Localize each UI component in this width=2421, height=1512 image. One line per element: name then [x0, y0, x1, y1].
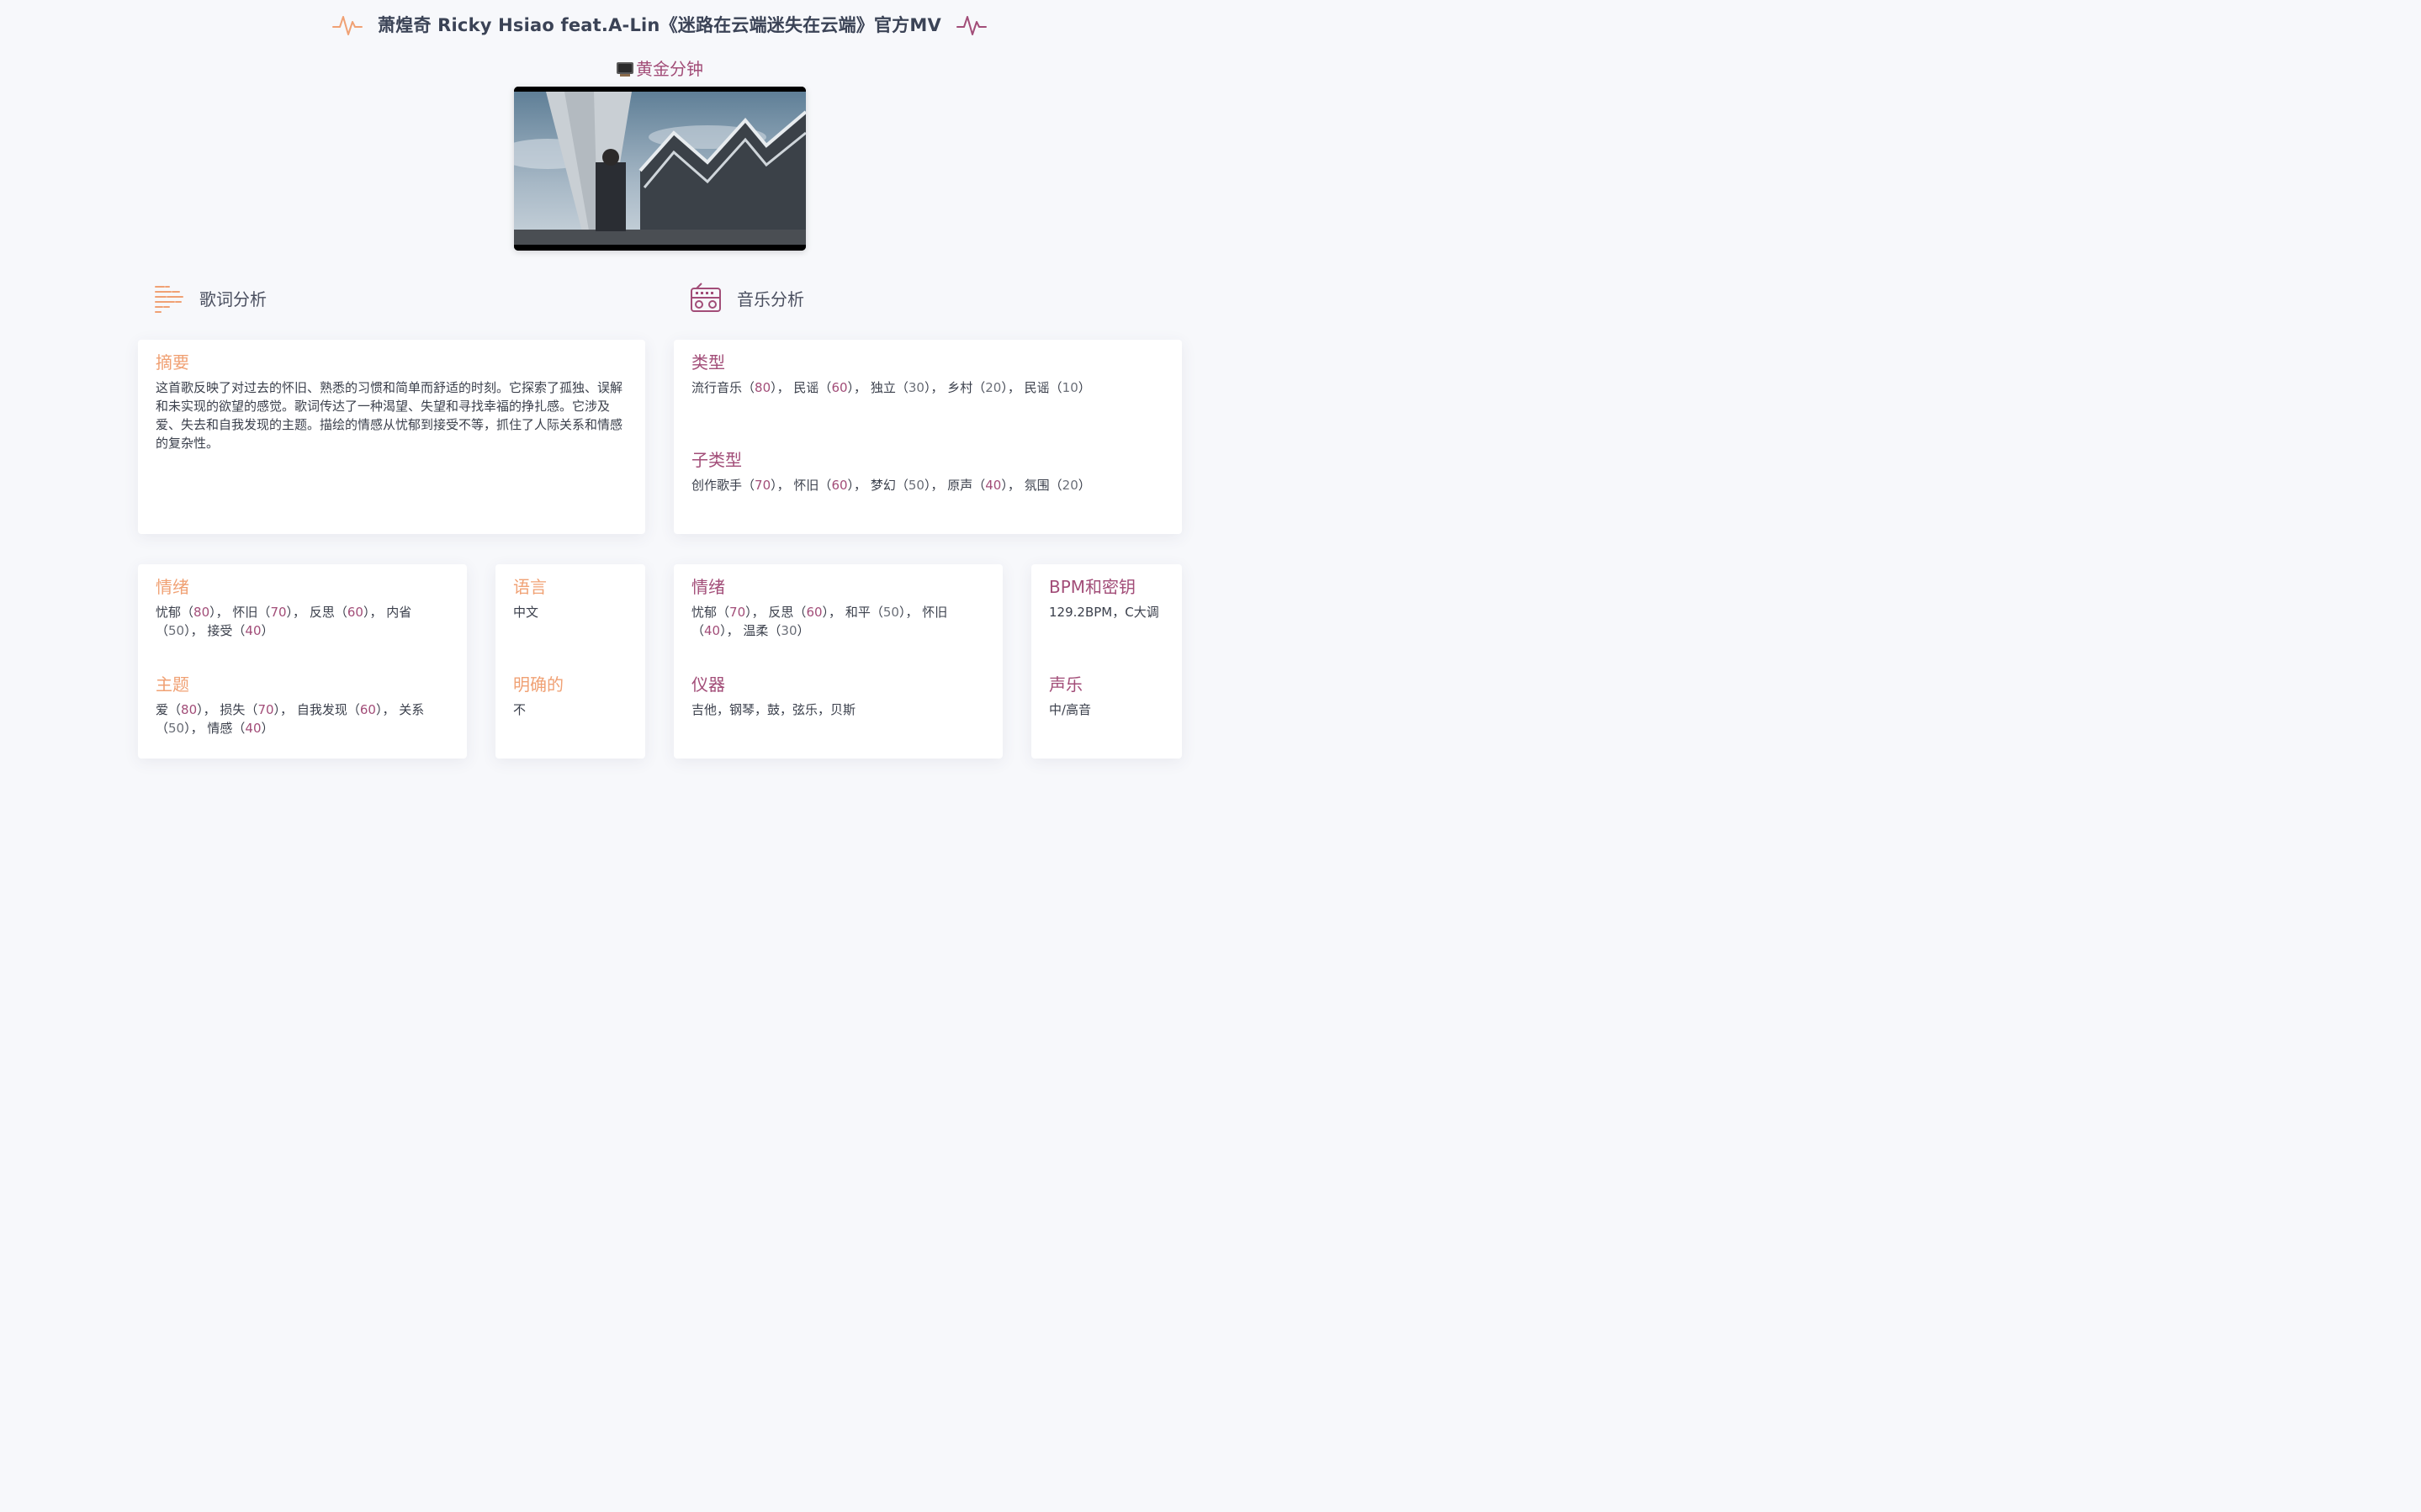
pulse-icon — [956, 16, 987, 35]
subtitle: 黄金分钟 — [0, 56, 1319, 80]
genre-heading: 类型 — [691, 352, 725, 373]
genre-list: 流行音乐（80）， 民谣（60）， 独立（30）， 乡村（20）， 民谣（10） — [691, 380, 1091, 395]
vocals-block: 声乐 中/高音 — [1049, 674, 1091, 719]
genre-card: 类型 流行音乐（80）， 民谣（60）， 独立（30）， 乡村（20）， 民谣（… — [674, 340, 1182, 534]
music-mood-list: 忧郁（70）， 反思（60）， 和平（50）， 怀旧（40）， 温柔（30） — [691, 605, 948, 638]
lyrics-analysis-header: 歌词分析 — [154, 283, 267, 313]
video-thumbnail[interactable] — [514, 87, 806, 251]
bpm-card: BPM和密钥 129.2BPM，C大调 声乐 中/高音 — [1031, 564, 1182, 759]
subgenre-list: 创作歌手（70）， 怀旧（60）， 梦幻（50）， 原声（40）， 氛围（20） — [691, 478, 1091, 493]
language-card: 语言 中文 明确的 不 — [495, 564, 645, 759]
lyrics-lines-icon — [155, 286, 183, 313]
music-mood-card: 情绪 忧郁（70）， 反思（60）， 和平（50）， 怀旧（40）， 温柔（30… — [674, 564, 1003, 759]
radio-icon — [691, 283, 721, 312]
bpm-value: 129.2BPM，C大调 — [1049, 605, 1159, 620]
summary-card: 摘要 这首歌反映了对过去的怀旧、熟悉的习惯和简单而舒适的时刻。它探索了孤独、误解… — [138, 340, 645, 534]
vocals-value: 中/高音 — [1049, 702, 1092, 717]
explicit-value: 不 — [513, 702, 527, 717]
tv-icon — [617, 62, 633, 77]
explicit-block: 明确的 不 — [513, 674, 564, 719]
theme-list: 爱（80）， 损失（70）， 自我发现（60）， 关系（50）， 情感（40） — [156, 702, 425, 736]
theme-heading: 主题 — [156, 674, 189, 695]
summary-text: 这首歌反映了对过去的怀旧、熟悉的习惯和简单而舒适的时刻。它探索了孤独、误解和未实… — [156, 380, 623, 451]
lyrics-analysis-label: 歌词分析 — [199, 288, 267, 309]
music-analysis-label: 音乐分析 — [737, 288, 804, 309]
vocals-heading: 声乐 — [1049, 674, 1083, 695]
subtitle-text: 黄金分钟 — [636, 59, 703, 79]
theme-block: 主题 爱（80）， 损失（70）， 自我发现（60）， 关系（50）， 情感（4… — [156, 674, 450, 737]
lyric-mood-heading: 情绪 — [156, 577, 189, 597]
lyric-mood-list: 忧郁（80）， 怀旧（70）， 反思（60）， 内省（50）， 接受（40） — [156, 605, 412, 638]
lyric-mood-card: 情绪 忧郁（80）， 怀旧（70）， 反思（60）， 内省（50）， 接受（40… — [138, 564, 467, 759]
title-row: 萧煌奇 Ricky Hsiao feat.A-Lin《迷路在云端迷失在云端》官方… — [0, 12, 1319, 37]
instruments-value: 吉他，钢琴，鼓，弦乐，贝斯 — [691, 702, 856, 717]
language-heading: 语言 — [513, 577, 547, 597]
instruments-heading: 仪器 — [691, 674, 725, 695]
instruments-block: 仪器 吉他，钢琴，鼓，弦乐，贝斯 — [691, 674, 856, 719]
explicit-heading: 明确的 — [513, 674, 564, 695]
subgenre-heading: 子类型 — [691, 450, 742, 470]
language-value: 中文 — [513, 605, 539, 620]
summary-heading: 摘要 — [156, 352, 189, 373]
music-analysis-header: 音乐分析 — [690, 283, 804, 313]
video-frame — [514, 87, 806, 251]
page-title: 萧煌奇 Ricky Hsiao feat.A-Lin《迷路在云端迷失在云端》官方… — [378, 15, 941, 35]
music-mood-heading: 情绪 — [691, 577, 725, 597]
subgenre-block: 子类型 创作歌手（70）， 怀旧（60）， 梦幻（50）， 原声（40）， 氛围… — [691, 449, 1091, 494]
pulse-icon — [332, 16, 363, 35]
bpm-heading: BPM和密钥 — [1049, 577, 1136, 597]
